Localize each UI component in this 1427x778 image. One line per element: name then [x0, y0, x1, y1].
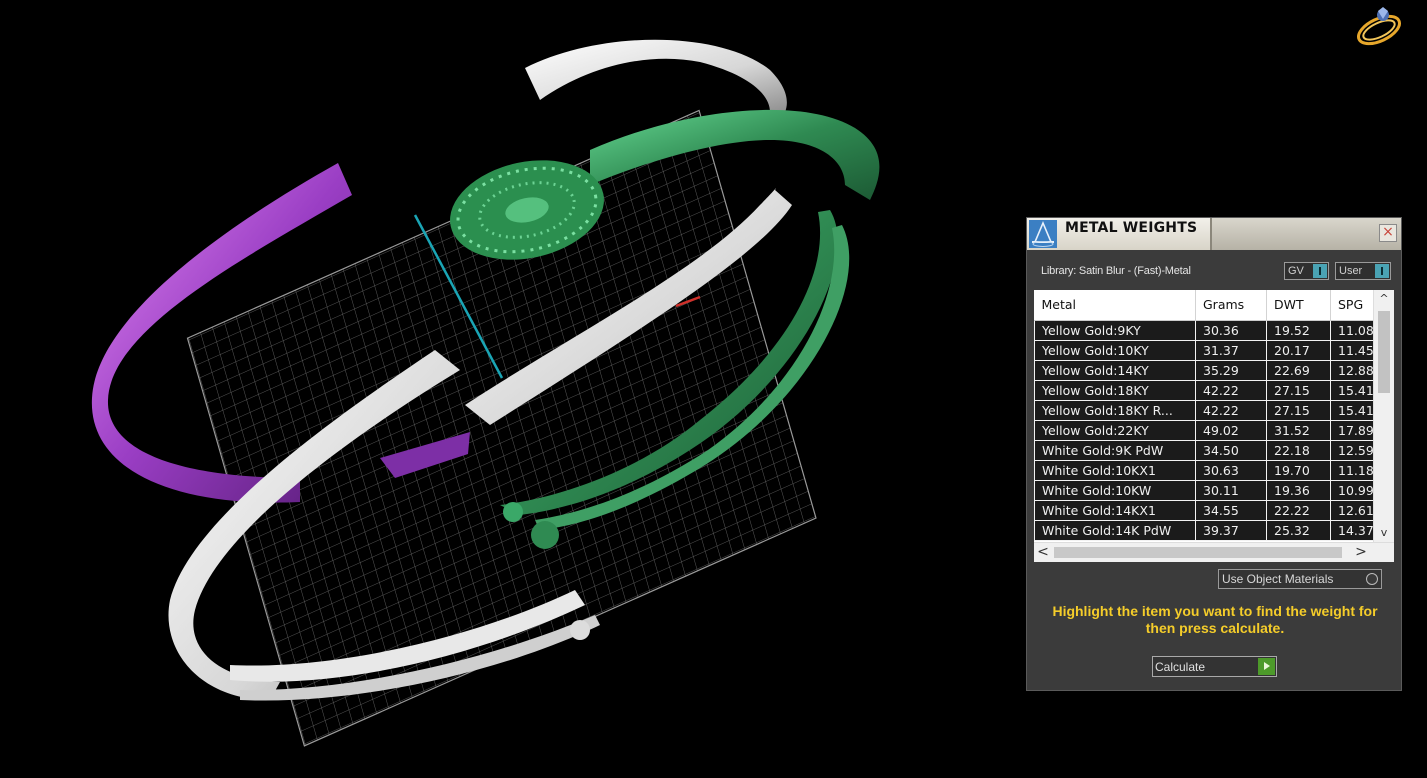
cell-metal: White Gold:9K PdW: [1034, 439, 1196, 461]
table-row[interactable]: Yellow Gold:14KY 35.29 22.69 12.88: [1034, 359, 1374, 381]
cell-spg: 12.59: [1330, 439, 1374, 461]
ring-logo-icon: [1357, 7, 1401, 46]
cell-dwt: 19.70: [1266, 459, 1331, 481]
cell-dwt: 22.18: [1266, 439, 1331, 461]
cell-grams: 39.37: [1195, 519, 1267, 541]
scrollbar-corner: [1373, 543, 1394, 562]
top-white-band: [525, 39, 787, 112]
table-row[interactable]: White Gold:9K PdW 34.50 22.18 12.59: [1034, 439, 1374, 461]
cell-metal: Yellow Gold:18KY R...: [1034, 399, 1196, 421]
cell-grams: 34.55: [1195, 499, 1267, 521]
3d-viewport[interactable]: [0, 0, 1000, 778]
cell-metal: Yellow Gold:22KY: [1034, 419, 1196, 441]
cell-grams: 42.22: [1195, 399, 1267, 421]
cell-dwt: 25.32: [1266, 519, 1331, 541]
panel-title-tab: METAL WEIGHTS: [1027, 218, 1212, 250]
play-arrow-icon: [1258, 658, 1275, 675]
cell-grams: 34.50: [1195, 439, 1267, 461]
instruction-text: Highlight the item you want to find the …: [1052, 603, 1378, 636]
calculate-label: Calculate: [1155, 660, 1206, 674]
gv-toggle[interactable]: GV: [1284, 262, 1329, 280]
table-header-row: Metal Grams DWT SPG: [1034, 290, 1374, 321]
horizontal-scrollbar[interactable]: < >: [1034, 542, 1394, 562]
metal-weights-panel: METAL WEIGHTS × Library: Satin Blur - (F…: [1026, 217, 1402, 691]
toggle-switch-icon: [1375, 264, 1389, 278]
table-row[interactable]: Yellow Gold:18KY 42.22 27.15 15.41: [1034, 379, 1374, 401]
toggle-switch-icon: [1313, 264, 1327, 278]
cell-dwt: 20.17: [1266, 339, 1331, 361]
cell-dwt: 27.15: [1266, 399, 1331, 421]
cell-spg: 11.18: [1330, 459, 1374, 481]
column-header-grams[interactable]: Grams: [1195, 290, 1267, 321]
column-header-dwt[interactable]: DWT: [1266, 290, 1331, 321]
user-toggle-label: User: [1339, 265, 1363, 277]
column-header-spg[interactable]: SPG: [1330, 290, 1374, 321]
calculate-button[interactable]: Calculate: [1152, 656, 1277, 677]
scroll-left-icon[interactable]: <: [1034, 543, 1052, 562]
cell-dwt: 31.52: [1266, 419, 1331, 441]
vertical-scrollbar[interactable]: ^ v: [1373, 290, 1394, 542]
table-row[interactable]: White Gold:10KW 30.11 19.36 10.99: [1034, 479, 1374, 501]
close-icon: ×: [1382, 224, 1394, 240]
cell-dwt: 22.22: [1266, 499, 1331, 521]
table-row[interactable]: Yellow Gold:10KY 31.37 20.17 11.45: [1034, 339, 1374, 361]
column-header-metal[interactable]: Metal: [1034, 290, 1196, 321]
use-object-materials-label: Use Object Materials: [1222, 572, 1334, 586]
use-object-materials-toggle[interactable]: Use Object Materials: [1218, 569, 1382, 589]
cell-dwt: 19.52: [1266, 319, 1331, 341]
table-row[interactable]: Yellow Gold:9KY 30.36 19.52 11.08: [1034, 319, 1374, 341]
panel-titlebar[interactable]: METAL WEIGHTS ×: [1027, 218, 1401, 250]
cell-metal: Yellow Gold:10KY: [1034, 339, 1196, 361]
cell-spg: 17.89: [1330, 419, 1374, 441]
table-row[interactable]: Yellow Gold:18KY R... 42.22 27.15 15.41: [1034, 399, 1374, 421]
cell-grams: 31.37: [1195, 339, 1267, 361]
metal-weights-panel-icon: [1029, 220, 1057, 248]
scroll-down-icon[interactable]: v: [1374, 524, 1394, 542]
cell-grams: 30.63: [1195, 459, 1267, 481]
table-row[interactable]: White Gold:14K PdW 39.37 25.32 14.37: [1034, 519, 1374, 541]
horizontal-scroll-thumb[interactable]: [1054, 547, 1342, 558]
cell-grams: 49.02: [1195, 419, 1267, 441]
metal-weights-table: Metal Grams DWT SPG Yellow Gold:9KY 30.36…: [1034, 290, 1374, 541]
table-row[interactable]: Yellow Gold:22KY 49.02 31.52 17.89: [1034, 419, 1374, 441]
cell-grams: 35.29: [1195, 359, 1267, 381]
close-button[interactable]: ×: [1379, 224, 1397, 242]
cell-spg: 15.41: [1330, 379, 1374, 401]
user-toggle[interactable]: User: [1335, 262, 1391, 280]
cell-spg: 11.45: [1330, 339, 1374, 361]
cell-grams: 42.22: [1195, 379, 1267, 401]
cell-spg: 12.61: [1330, 499, 1374, 521]
cell-metal: White Gold:10KX1: [1034, 459, 1196, 481]
scroll-right-icon[interactable]: >: [1352, 543, 1370, 562]
table-row[interactable]: White Gold:14KX1 34.55 22.22 12.61: [1034, 499, 1374, 521]
cell-metal: White Gold:10KW: [1034, 479, 1196, 501]
scroll-up-icon[interactable]: ^: [1374, 290, 1394, 308]
cell-metal: Yellow Gold:14KY: [1034, 359, 1196, 381]
cell-spg: 12.88: [1330, 359, 1374, 381]
cell-spg: 15.41: [1330, 399, 1374, 421]
metal-table-container: Metal Grams DWT SPG Yellow Gold:9KY 30.36…: [1034, 290, 1394, 562]
cell-grams: 30.36: [1195, 319, 1267, 341]
cell-spg: 14.37: [1330, 519, 1374, 541]
cell-metal: White Gold:14KX1: [1034, 499, 1196, 521]
cell-spg: 11.08: [1330, 319, 1374, 341]
cell-dwt: 22.69: [1266, 359, 1331, 381]
vertical-scroll-thumb[interactable]: [1378, 311, 1390, 393]
cell-metal: Yellow Gold:9KY: [1034, 319, 1196, 341]
cell-metal: White Gold:14K PdW: [1034, 519, 1196, 541]
radio-icon: [1366, 573, 1378, 585]
library-label: Library: Satin Blur - (Fast)-Metal: [1041, 265, 1191, 277]
gv-toggle-label: GV: [1288, 265, 1304, 277]
cell-dwt: 19.36: [1266, 479, 1331, 501]
cell-metal: Yellow Gold:18KY: [1034, 379, 1196, 401]
panel-title: METAL WEIGHTS: [1065, 220, 1198, 236]
table-row[interactable]: White Gold:10KX1 30.63 19.70 11.18: [1034, 459, 1374, 481]
cell-spg: 10.99: [1330, 479, 1374, 501]
cell-grams: 30.11: [1195, 479, 1267, 501]
cell-dwt: 27.15: [1266, 379, 1331, 401]
